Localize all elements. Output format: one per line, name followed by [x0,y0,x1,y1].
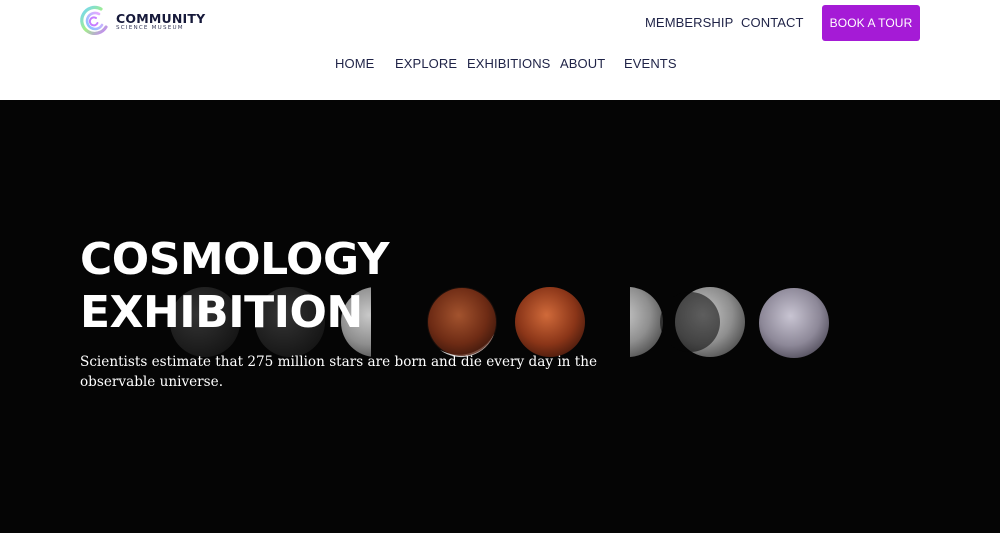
membership-link[interactable]: MEMBERSHIP [645,15,733,30]
contact-link[interactable]: CONTACT [741,15,804,30]
brand-logo-link[interactable]: COMMUNITY SCIENCE MUSEUM [79,3,209,39]
hero-section: COSMOLOGY EXHIBITION Scientists estimate… [0,100,1000,533]
hero-description: Scientists estimate that 275 million sta… [80,354,598,390]
site-header: COMMUNITY SCIENCE MUSEUM MEMBERSHIP CONT… [0,0,1000,100]
nav-item-events[interactable]: EVENTS [624,56,677,71]
swirl-logo-icon [80,5,108,35]
moon-phase [660,292,720,352]
moon-phase [428,288,496,356]
brand-subtitle: SCIENCE MUSEUM [116,25,184,31]
nav-item-home[interactable]: HOME [335,56,374,71]
brand-name: COMMUNITY [116,11,206,26]
moon-phase [759,288,829,358]
hero-title-line-1: COSMOLOGY [80,234,389,285]
hero-title: COSMOLOGY EXHIBITION [80,233,389,339]
book-a-tour-button[interactable]: BOOK A TOUR [822,5,920,41]
moon-phase [630,287,663,357]
nav-item-explore[interactable]: EXPLORE [395,56,457,71]
moon-phase [515,287,585,357]
nav-item-about[interactable]: ABOUT [560,56,605,71]
nav-item-exhibitions[interactable]: EXHIBITIONS [467,56,550,71]
hero-title-line-2: EXHIBITION [80,287,363,338]
